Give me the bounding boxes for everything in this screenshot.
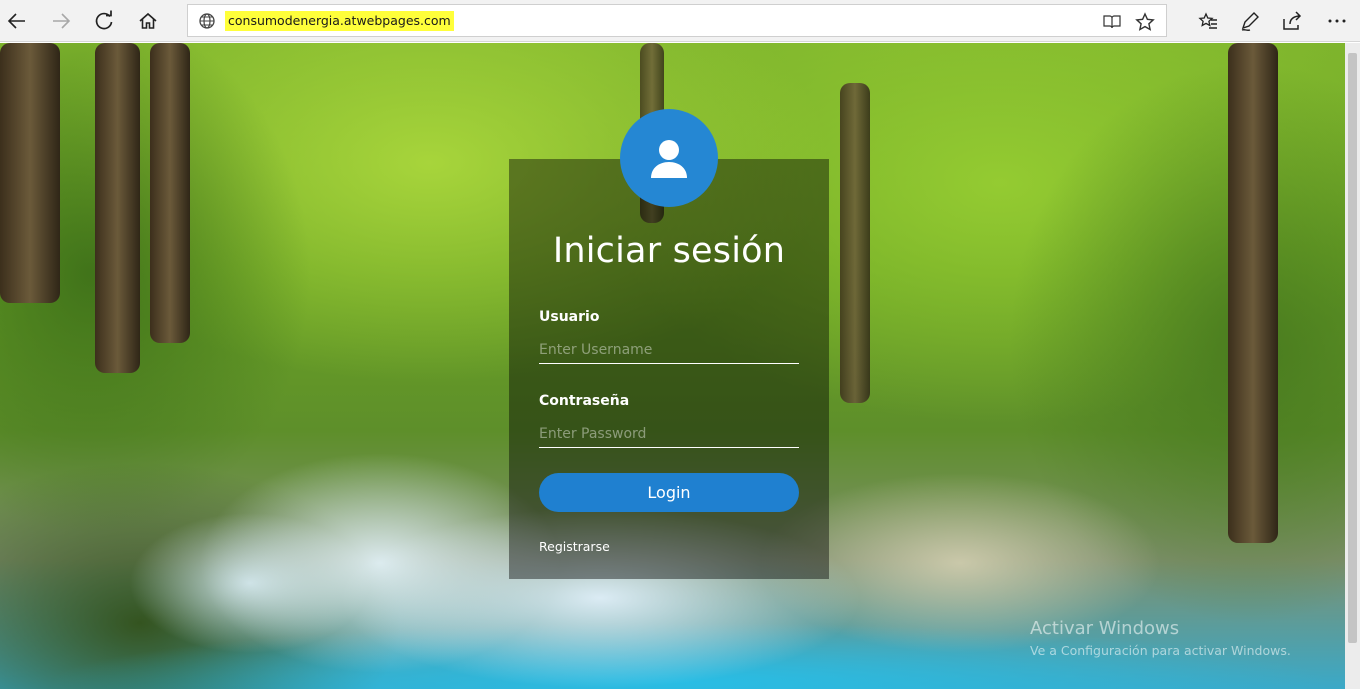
browser-toolbar: consumodenergia.atwebpages.com xyxy=(0,0,1360,42)
tree-trunk xyxy=(840,83,870,403)
tree-trunk xyxy=(0,43,60,303)
address-bar[interactable]: consumodenergia.atwebpages.com xyxy=(187,4,1167,37)
username-input[interactable] xyxy=(539,338,799,364)
url-text[interactable]: consumodenergia.atwebpages.com xyxy=(225,11,454,31)
login-button[interactable]: Login xyxy=(539,473,799,512)
scrollbar-thumb[interactable] xyxy=(1348,53,1357,643)
username-label: Usuario xyxy=(539,309,600,325)
globe-icon xyxy=(198,12,216,30)
notes-button[interactable] xyxy=(1233,4,1267,38)
tree-trunk xyxy=(1228,43,1278,543)
activation-watermark-subtitle: Ve a Configuración para activar Windows. xyxy=(1030,643,1291,658)
page-scrollbar[interactable] xyxy=(1345,43,1360,689)
activation-watermark-title: Activar Windows xyxy=(1030,618,1180,639)
forward-arrow-icon xyxy=(53,13,71,29)
share-button[interactable] xyxy=(1275,4,1309,38)
back-arrow-icon xyxy=(7,13,25,29)
home-button[interactable] xyxy=(131,4,165,38)
user-avatar xyxy=(620,109,718,207)
favorite-star-icon[interactable] xyxy=(1134,11,1156,33)
more-icon xyxy=(1328,19,1346,23)
favorites-hub-button[interactable] xyxy=(1191,4,1225,38)
user-icon xyxy=(651,140,687,178)
register-link[interactable]: Registrarse xyxy=(539,539,610,554)
login-title: Iniciar sesión xyxy=(552,231,786,271)
more-button[interactable] xyxy=(1320,4,1354,38)
password-label: Contraseña xyxy=(539,393,630,409)
forward-button[interactable] xyxy=(44,4,78,38)
password-input[interactable] xyxy=(539,422,799,448)
share-icon xyxy=(1283,11,1302,30)
favorites-list-icon xyxy=(1198,12,1217,29)
reading-view-icon[interactable] xyxy=(1101,11,1123,33)
home-icon xyxy=(139,12,157,29)
refresh-button[interactable] xyxy=(87,4,121,38)
back-button[interactable] xyxy=(0,4,34,38)
pen-icon xyxy=(1241,12,1259,31)
tree-trunk xyxy=(95,43,140,373)
refresh-icon xyxy=(95,10,113,30)
tree-trunk xyxy=(150,43,190,343)
login-panel xyxy=(509,159,829,579)
